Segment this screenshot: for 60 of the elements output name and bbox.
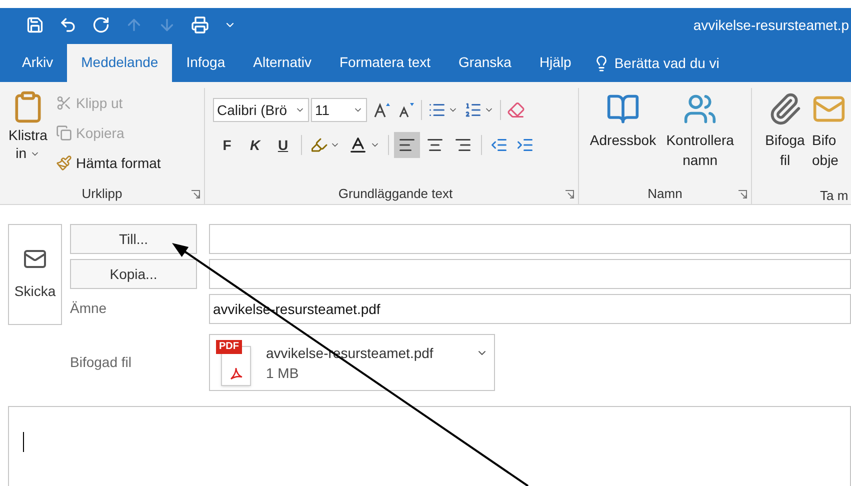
attachment-size: 1 MB	[266, 364, 300, 382]
ribbon-tab[interactable]: Alternativ	[239, 44, 326, 82]
print-icon[interactable]	[191, 16, 209, 34]
font-size-dropdown[interactable]: 11	[311, 98, 367, 122]
paintbrush-icon	[56, 155, 72, 171]
to-field[interactable]	[209, 224, 851, 254]
increase-indent-icon[interactable]	[516, 136, 534, 154]
font-color-icon[interactable]	[348, 135, 368, 155]
grow-font-icon[interactable]	[373, 101, 391, 119]
align-right-icon	[454, 136, 472, 154]
group-label: Urklipp	[82, 185, 122, 204]
address-book-button[interactable]: Adressbok	[588, 88, 658, 184]
shrink-font-icon[interactable]	[397, 101, 415, 119]
tell-me-field[interactable]: Berätta vad du vi	[614, 52, 720, 74]
group-label: Namn	[648, 185, 682, 204]
to-button[interactable]: Till...	[70, 224, 197, 254]
redo-icon[interactable]	[92, 16, 110, 34]
ribbon-tab[interactable]: Infoga	[172, 44, 240, 82]
attach-item-button[interactable]: Bifo obje	[812, 88, 846, 184]
ribbon-tab[interactable]: Arkiv	[8, 44, 68, 82]
subject-label: Ämne	[70, 300, 107, 316]
dialog-launcher-icon[interactable]	[565, 190, 574, 198]
dialog-launcher-icon[interactable]	[738, 190, 747, 198]
bullet-list-icon[interactable]	[428, 101, 446, 119]
check-names-button[interactable]: Kontrollera namn	[659, 88, 742, 184]
paste-button[interactable]: Klistra in	[0, 88, 56, 184]
group-label: Ta m	[820, 188, 848, 203]
people-icon	[683, 92, 718, 126]
window-title: avvikelse-resursteamet.p	[693, 16, 850, 35]
cc-button[interactable]: Kopia...	[70, 259, 197, 289]
format-painter-button[interactable]: Hämta format	[56, 150, 161, 176]
align-left-icon	[398, 136, 416, 154]
send-button[interactable]: Skicka	[8, 224, 62, 325]
italic-button[interactable]: K	[245, 134, 265, 156]
underline-button[interactable]: U	[273, 134, 293, 156]
decrease-indent-icon[interactable]	[490, 136, 508, 154]
numbered-list-icon[interactable]	[464, 101, 482, 119]
paperclip-icon	[768, 92, 802, 126]
bold-button[interactable]: F	[217, 134, 237, 156]
group-label: Grundläggande text	[338, 185, 453, 204]
book-icon	[606, 92, 640, 126]
align-center-icon	[426, 136, 444, 154]
ribbon-tab[interactable]: Meddelande	[67, 44, 172, 82]
copy-icon	[56, 125, 72, 141]
ribbon-tab[interactable]: Hjälp	[525, 44, 586, 82]
font-name-dropdown[interactable]: Calibri (Brö	[213, 98, 309, 122]
ribbon-tab[interactable]: Formatera text	[325, 44, 445, 82]
ribbon-tab[interactable]: Granska	[444, 44, 526, 82]
scissors-icon	[56, 95, 72, 111]
attach-file-button[interactable]: Bifoga fil	[762, 88, 808, 184]
align-left-button[interactable]	[394, 132, 420, 158]
attachment-label: Bifogad fil	[70, 354, 132, 370]
eraser-icon[interactable]	[507, 101, 525, 119]
save-icon[interactable]	[26, 16, 44, 34]
envelope-icon	[23, 247, 47, 271]
undo-icon[interactable]	[59, 16, 77, 34]
dialog-launcher-icon[interactable]	[191, 190, 200, 198]
cc-field[interactable]	[209, 259, 851, 289]
highlighter-icon[interactable]	[310, 136, 328, 154]
text-cursor	[23, 432, 24, 452]
